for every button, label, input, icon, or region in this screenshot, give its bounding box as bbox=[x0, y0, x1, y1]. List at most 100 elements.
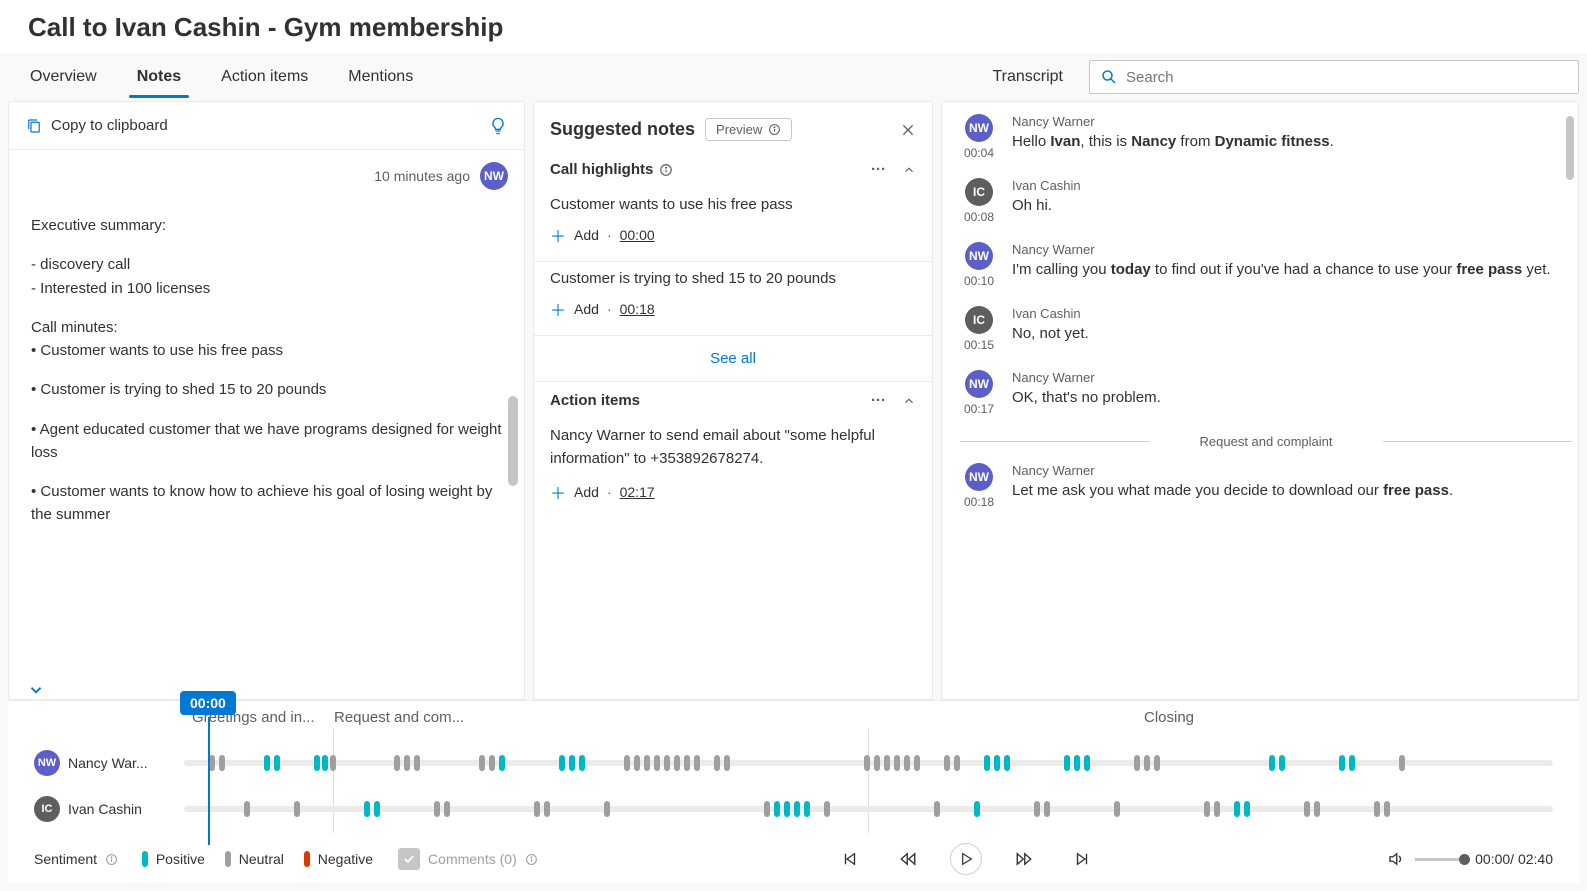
sentiment-segment[interactable] bbox=[569, 755, 575, 771]
sentiment-segment[interactable] bbox=[794, 801, 800, 817]
chevron-up-icon[interactable] bbox=[902, 394, 916, 408]
sentiment-segment[interactable] bbox=[634, 755, 640, 771]
sentiment-segment[interactable] bbox=[1314, 801, 1320, 817]
sentiment-segment[interactable] bbox=[1114, 801, 1120, 817]
sentiment-segment[interactable] bbox=[1214, 801, 1220, 817]
search-input[interactable] bbox=[1126, 69, 1568, 86]
sentiment-segment[interactable] bbox=[764, 801, 770, 817]
sentiment-segment[interactable] bbox=[1349, 755, 1355, 771]
sentiment-segment[interactable] bbox=[654, 755, 660, 771]
sentiment-segment[interactable] bbox=[944, 755, 950, 771]
timestamp-link[interactable]: 02:17 bbox=[620, 484, 655, 500]
sentiment-segment[interactable] bbox=[1064, 755, 1070, 771]
playhead-marker[interactable]: 00:00 bbox=[180, 691, 236, 715]
search-box[interactable] bbox=[1089, 60, 1579, 94]
sentiment-segment[interactable] bbox=[864, 755, 870, 771]
see-all-link[interactable]: See all bbox=[534, 336, 932, 382]
sentiment-segment[interactable] bbox=[404, 755, 410, 771]
skip-start-button[interactable] bbox=[834, 843, 866, 875]
forward-button[interactable] bbox=[1008, 843, 1040, 875]
sentiment-segment[interactable] bbox=[219, 755, 225, 771]
tab-mentions[interactable]: Mentions bbox=[346, 58, 415, 96]
sentiment-segment[interactable] bbox=[1044, 801, 1050, 817]
sentiment-segment[interactable] bbox=[904, 755, 910, 771]
play-button[interactable] bbox=[950, 843, 982, 875]
sentiment-segment[interactable] bbox=[1084, 755, 1090, 771]
sentiment-segment[interactable] bbox=[1144, 755, 1150, 771]
sentiment-segment[interactable] bbox=[914, 755, 920, 771]
transcript-entry[interactable]: IC 00:08 Ivan Cashin Oh hi. bbox=[960, 178, 1572, 224]
more-icon[interactable]: ··· bbox=[871, 161, 886, 178]
info-icon[interactable] bbox=[659, 163, 673, 177]
sentiment-segment[interactable] bbox=[489, 755, 495, 771]
sentiment-segment[interactable] bbox=[274, 755, 280, 771]
sentiment-segment[interactable] bbox=[624, 755, 630, 771]
sentiment-segment[interactable] bbox=[1399, 755, 1405, 771]
plus-icon[interactable]: ＋ bbox=[550, 480, 566, 504]
sentiment-segment[interactable] bbox=[314, 755, 320, 771]
sentiment-segment[interactable] bbox=[784, 801, 790, 817]
sentiment-segment[interactable] bbox=[374, 801, 380, 817]
sentiment-segment[interactable] bbox=[824, 801, 830, 817]
sentiment-segment[interactable] bbox=[1154, 755, 1160, 771]
timeline-track[interactable] bbox=[184, 806, 1553, 812]
sentiment-segment[interactable] bbox=[1234, 801, 1240, 817]
lightbulb-icon[interactable] bbox=[488, 116, 508, 136]
sentiment-segment[interactable] bbox=[544, 801, 550, 817]
sentiment-segment[interactable] bbox=[322, 755, 328, 771]
add-button[interactable]: Add bbox=[574, 301, 599, 317]
sentiment-segment[interactable] bbox=[774, 801, 780, 817]
sentiment-segment[interactable] bbox=[1034, 801, 1040, 817]
comments-toggle[interactable]: Comments (0) bbox=[391, 843, 545, 875]
sentiment-segment[interactable] bbox=[1339, 755, 1345, 771]
sentiment-segment[interactable] bbox=[264, 755, 270, 771]
sentiment-segment[interactable] bbox=[1269, 755, 1275, 771]
sentiment-segment[interactable] bbox=[479, 755, 485, 771]
plus-icon[interactable]: ＋ bbox=[550, 297, 566, 321]
transcript-entry[interactable]: NW 00:04 Nancy Warner Hello Ivan, this i… bbox=[960, 114, 1572, 160]
sentiment-segment[interactable] bbox=[974, 801, 980, 817]
transcript-entry[interactable]: IC 00:15 Ivan Cashin No, not yet. bbox=[960, 306, 1572, 352]
sentiment-segment[interactable] bbox=[330, 755, 336, 771]
volume-icon[interactable] bbox=[1387, 850, 1405, 868]
sentiment-segment[interactable] bbox=[694, 755, 700, 771]
transcript-entry[interactable]: NW 00:10 Nancy Warner I'm calling you to… bbox=[960, 242, 1572, 288]
sentiment-segment[interactable] bbox=[1204, 801, 1210, 817]
tab-action-items[interactable]: Action items bbox=[219, 58, 310, 96]
notes-body[interactable]: Executive summary: - discovery call- Int… bbox=[9, 196, 524, 699]
transcript-entry[interactable]: NW 00:18 Nancy Warner Let me ask you wha… bbox=[960, 463, 1572, 509]
plus-icon[interactable]: ＋ bbox=[550, 223, 566, 247]
sentiment-segment[interactable] bbox=[434, 801, 440, 817]
sentiment-segment[interactable] bbox=[664, 755, 670, 771]
info-icon[interactable] bbox=[105, 853, 118, 866]
sentiment-segment[interactable] bbox=[884, 755, 890, 771]
sentiment-segment[interactable] bbox=[954, 755, 960, 771]
sentiment-segment[interactable] bbox=[1074, 755, 1080, 771]
volume-slider[interactable] bbox=[1415, 858, 1465, 861]
sentiment-segment[interactable] bbox=[684, 755, 690, 771]
close-icon[interactable] bbox=[900, 122, 916, 138]
timeline-track[interactable] bbox=[184, 760, 1553, 766]
more-icon[interactable]: ··· bbox=[871, 392, 886, 409]
transcript-entry[interactable]: NW 00:17 Nancy Warner OK, that's no prob… bbox=[960, 370, 1572, 416]
sentiment-segment[interactable] bbox=[1279, 755, 1285, 771]
sentiment-segment[interactable] bbox=[644, 755, 650, 771]
sentiment-segment[interactable] bbox=[1244, 801, 1250, 817]
copy-to-clipboard-button[interactable]: Copy to clipboard bbox=[25, 117, 168, 135]
sentiment-segment[interactable] bbox=[1004, 755, 1010, 771]
sentiment-segment[interactable] bbox=[724, 755, 730, 771]
scrollbar-thumb[interactable] bbox=[1566, 116, 1574, 180]
skip-end-button[interactable] bbox=[1066, 843, 1098, 875]
timestamp-link[interactable]: 00:00 bbox=[620, 227, 655, 243]
add-button[interactable]: Add bbox=[574, 484, 599, 500]
preview-badge[interactable]: Preview bbox=[705, 118, 792, 141]
sentiment-segment[interactable] bbox=[984, 755, 990, 771]
sentiment-segment[interactable] bbox=[1374, 801, 1380, 817]
tab-notes[interactable]: Notes bbox=[135, 58, 183, 96]
timestamp-link[interactable]: 00:18 bbox=[620, 301, 655, 317]
sentiment-segment[interactable] bbox=[804, 801, 810, 817]
sentiment-segment[interactable] bbox=[1304, 801, 1310, 817]
sentiment-segment[interactable] bbox=[499, 755, 505, 771]
sentiment-segment[interactable] bbox=[244, 801, 250, 817]
sentiment-segment[interactable] bbox=[414, 755, 420, 771]
